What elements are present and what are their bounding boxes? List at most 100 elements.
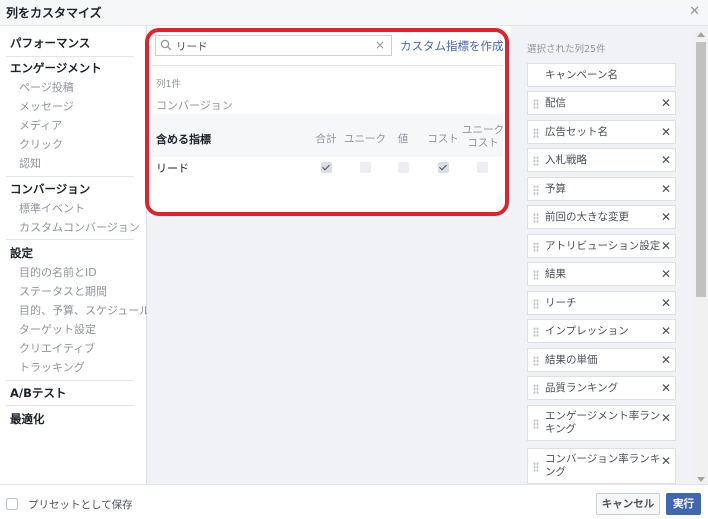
- selected-column-label: アトリビューション設定: [545, 240, 661, 252]
- sidebar-divider: [6, 56, 134, 57]
- sidebar-section-header[interactable]: A/Bテスト: [10, 385, 66, 401]
- remove-column-icon[interactable]: ✕: [661, 125, 671, 139]
- column-header-total: 合計: [315, 133, 337, 145]
- drag-handle-icon[interactable]: [533, 299, 539, 309]
- selected-column-item[interactable]: 結果の単価 ✕: [527, 348, 676, 372]
- drag-handle-icon[interactable]: [533, 213, 539, 223]
- sidebar-item[interactable]: ステータスと期間: [19, 283, 107, 299]
- column-header-value: 値: [397, 133, 409, 145]
- scrollbar[interactable]: [694, 30, 708, 484]
- column-header-cost: コスト: [427, 133, 459, 145]
- search-icon: [160, 39, 172, 51]
- remove-column-icon[interactable]: ✕: [661, 210, 671, 224]
- result-category: コンバージョン: [156, 99, 233, 112]
- remove-column-icon[interactable]: ✕: [661, 381, 671, 395]
- drag-handle-icon[interactable]: [533, 242, 539, 252]
- metric-checkbox[interactable]: [477, 162, 488, 173]
- remove-column-icon[interactable]: ✕: [661, 296, 671, 310]
- drag-handle-icon[interactable]: [533, 99, 539, 109]
- selected-column-item[interactable]: アトリビューション設定 ✕: [527, 234, 676, 258]
- include-metrics-label: 含める指標: [156, 133, 211, 146]
- sidebar-section-header[interactable]: コンバージョン: [10, 181, 90, 197]
- search-input[interactable]: リード ×: [155, 35, 392, 56]
- drag-handle-icon[interactable]: [533, 462, 539, 472]
- selected-column-label: 前回の大きな変更: [545, 211, 629, 223]
- selected-column-item[interactable]: 前回の大きな変更 ✕: [527, 205, 676, 229]
- metric-checkbox[interactable]: [321, 162, 332, 173]
- save-preset-checkbox[interactable]: [6, 498, 18, 510]
- sidebar-section-header[interactable]: エンゲージメント: [10, 60, 102, 76]
- remove-column-icon[interactable]: ✕: [661, 96, 671, 110]
- sidebar-section-header[interactable]: パフォーマンス: [10, 35, 90, 51]
- selected-column-label: 品質ランキング: [545, 382, 619, 394]
- selected-column-label: 結果の単価: [545, 354, 598, 366]
- remove-column-icon[interactable]: ✕: [661, 353, 671, 367]
- selected-columns-header: 選択された列25件: [527, 44, 606, 55]
- create-custom-metric-link[interactable]: カスタム指標を作成: [400, 38, 504, 54]
- drag-handle-icon[interactable]: [533, 156, 539, 166]
- drag-handle-icon[interactable]: [533, 384, 539, 394]
- sidebar-divider: [6, 380, 134, 381]
- sidebar-item[interactable]: メディア: [19, 117, 62, 133]
- panel-background: [147, 216, 511, 484]
- sidebar-section-header[interactable]: 最適化: [10, 411, 45, 427]
- column-header-unique: ユニーク: [344, 133, 386, 145]
- selected-column-item[interactable]: コンバージョン率ランキング ✕: [527, 448, 676, 484]
- remove-column-icon[interactable]: ✕: [661, 153, 671, 167]
- sidebar-item[interactable]: トラッキング: [19, 359, 85, 375]
- drag-handle-icon[interactable]: [533, 327, 539, 337]
- close-icon[interactable]: ✕: [689, 4, 700, 19]
- selected-column-item[interactable]: インプレッション ✕: [527, 319, 676, 343]
- remove-column-icon[interactable]: ✕: [661, 411, 671, 425]
- sidebar-item[interactable]: 目的、予算、スケジュール: [19, 302, 150, 318]
- drag-handle-icon[interactable]: [533, 128, 539, 138]
- selected-column-label: キャンペーン名: [545, 69, 618, 81]
- selected-column-label: コンバージョン率ランキング: [545, 453, 661, 478]
- selected-column-item[interactable]: エンゲージメント率ランキング ✕: [527, 405, 676, 441]
- sidebar-item[interactable]: クリック: [19, 136, 63, 152]
- dialog-titlebar: 列をカスタマイズ ✕: [0, 0, 708, 26]
- selected-column-label: インプレッション: [545, 325, 629, 337]
- remove-column-icon[interactable]: ✕: [661, 454, 671, 468]
- sidebar-item[interactable]: ページ投稿: [19, 79, 74, 95]
- cancel-button[interactable]: キャンセル: [596, 493, 660, 515]
- sidebar-divider: [6, 176, 134, 177]
- selected-column-item[interactable]: 入札戦略 ✕: [527, 148, 676, 172]
- sidebar-item[interactable]: クリエイティブ: [19, 340, 95, 356]
- sidebar-item[interactable]: 認知: [19, 155, 41, 171]
- selected-column-item[interactable]: 広告セット名 ✕: [527, 120, 676, 144]
- selected-column-label: 予算: [545, 183, 566, 195]
- scroll-up-icon[interactable]: [697, 32, 705, 37]
- remove-column-icon[interactable]: ✕: [661, 182, 671, 196]
- selected-column-item[interactable]: 結果 ✕: [527, 262, 676, 286]
- sidebar-item[interactable]: ターゲット設定: [19, 321, 96, 337]
- metric-checkbox[interactable]: [398, 162, 409, 173]
- column-header-unique-cost: ユニーク コスト: [462, 124, 504, 149]
- selected-column-item[interactable]: 品質ランキング ✕: [527, 376, 676, 400]
- run-button[interactable]: 実行: [666, 493, 701, 515]
- metric-checkbox[interactable]: [438, 162, 449, 173]
- selected-column-item[interactable]: 配信 ✕: [527, 91, 676, 115]
- sidebar-item[interactable]: 目的の名前とID: [19, 264, 97, 280]
- sidebar-section-header[interactable]: 設定: [10, 245, 33, 261]
- selected-column-label: リーチ: [545, 297, 577, 309]
- selected-column-label: 入札戦略: [545, 154, 587, 166]
- scrollbar-thumb[interactable]: [696, 42, 706, 297]
- sidebar-item[interactable]: メッセージ: [19, 98, 74, 114]
- selected-column-item[interactable]: リーチ ✕: [527, 291, 676, 315]
- metric-checkbox[interactable]: [360, 162, 371, 173]
- remove-column-icon[interactable]: ✕: [661, 267, 671, 281]
- drag-handle-icon[interactable]: [533, 185, 539, 195]
- selected-column-label: 広告セット名: [545, 126, 608, 138]
- sidebar-item[interactable]: 標準イベント: [19, 200, 85, 216]
- remove-column-icon[interactable]: ✕: [661, 239, 671, 253]
- selected-column-item[interactable]: 予算 ✕: [527, 177, 676, 201]
- drag-handle-icon[interactable]: [533, 270, 539, 280]
- scroll-down-icon[interactable]: [697, 477, 705, 482]
- drag-handle-icon[interactable]: [533, 419, 539, 429]
- clear-icon[interactable]: ×: [375, 38, 385, 52]
- drag-handle-icon[interactable]: [533, 356, 539, 366]
- sidebar-divider: [6, 405, 134, 406]
- sidebar-item[interactable]: カスタムコンバージョン: [19, 219, 140, 235]
- remove-column-icon[interactable]: ✕: [661, 324, 671, 338]
